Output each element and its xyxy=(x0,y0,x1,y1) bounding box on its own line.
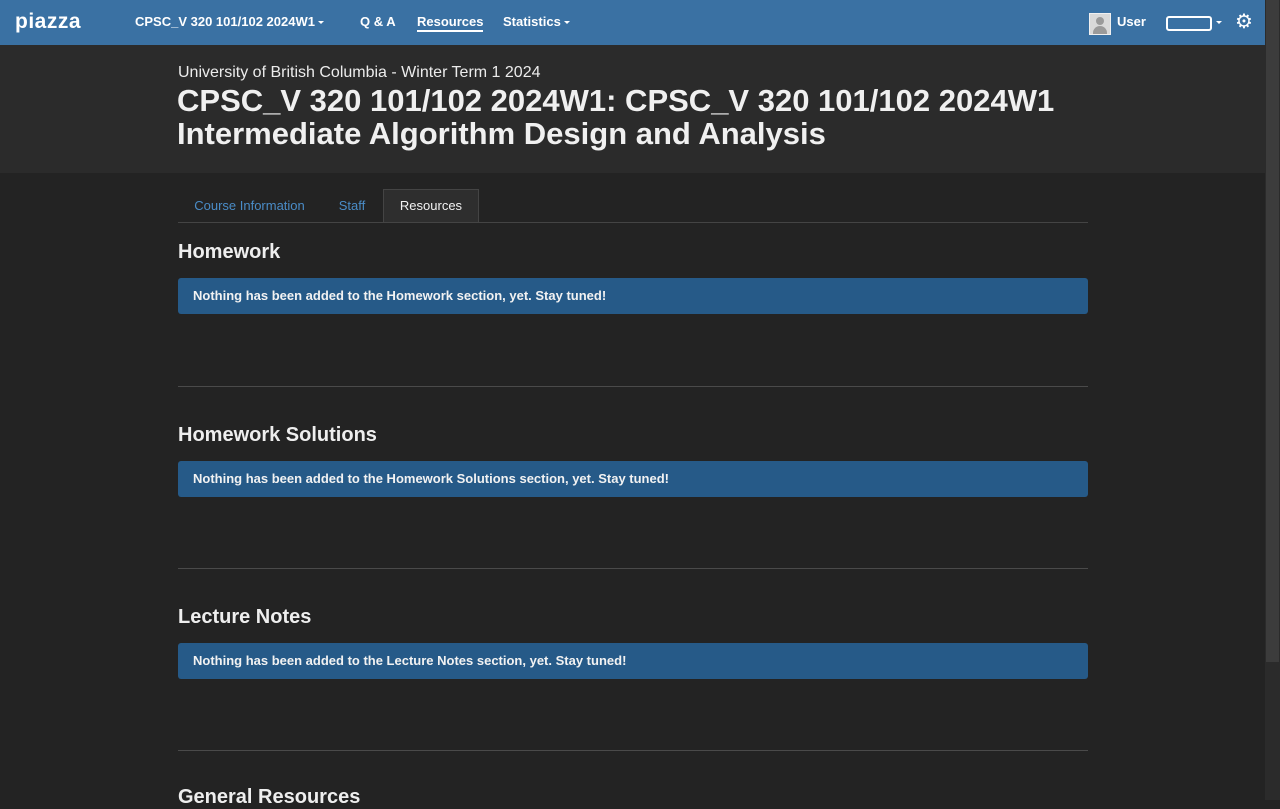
page-title: CPSC_V 320 101/102 2024W1: CPSC_V 320 10… xyxy=(177,83,1055,151)
gear-icon[interactable]: ⚙ xyxy=(1235,12,1253,32)
top-navbar: piazza CPSC_V 320 101/102 2024W1 Q & A R… xyxy=(0,0,1265,45)
section-title-homework: Homework xyxy=(178,241,281,263)
section-title-homework-solutions: Homework Solutions xyxy=(178,424,377,446)
lecture-notes-empty-notice: Nothing has been added to the Lecture No… xyxy=(178,643,1088,679)
avatar-head-shape xyxy=(1096,17,1104,25)
avatar[interactable] xyxy=(1089,13,1111,35)
section-title-general-resources: General Resources xyxy=(178,786,361,808)
course-tabs: Course Information Staff Resources xyxy=(178,189,1088,223)
scrollbar-thumb[interactable] xyxy=(1266,0,1279,662)
piazza-logo[interactable]: piazza xyxy=(15,10,81,34)
course-header: University of British Columbia - Winter … xyxy=(0,45,1265,173)
tab-resources[interactable]: Resources xyxy=(383,189,479,222)
course-selector-dropdown[interactable]: CPSC_V 320 101/102 2024W1 xyxy=(135,14,324,29)
nav-qa-link[interactable]: Q & A xyxy=(360,14,396,29)
section-title-lecture-notes: Lecture Notes xyxy=(178,606,312,628)
section-divider xyxy=(178,750,1088,751)
homework-solutions-empty-notice: Nothing has been added to the Homework S… xyxy=(178,461,1088,497)
term-subtitle: University of British Columbia - Winter … xyxy=(178,64,541,81)
nav-statistics-dropdown[interactable]: Statistics xyxy=(503,14,570,29)
nav-statistics-label: Statistics xyxy=(503,14,561,29)
tab-course-information[interactable]: Course Information xyxy=(178,189,321,222)
account-switcher-box[interactable] xyxy=(1166,16,1212,31)
chevron-down-icon xyxy=(563,21,570,25)
chevron-down-icon xyxy=(317,21,324,25)
tab-staff[interactable]: Staff xyxy=(321,189,383,222)
avatar-body-shape xyxy=(1093,26,1107,34)
nav-resources-link[interactable]: Resources xyxy=(417,14,484,32)
user-menu-label[interactable]: User xyxy=(1117,14,1146,29)
section-divider xyxy=(178,386,1088,387)
chevron-down-icon[interactable] xyxy=(1216,21,1222,24)
course-selector-label: CPSC_V 320 101/102 2024W1 xyxy=(135,14,315,29)
section-divider xyxy=(178,568,1088,569)
homework-empty-notice: Nothing has been added to the Homework s… xyxy=(178,278,1088,314)
